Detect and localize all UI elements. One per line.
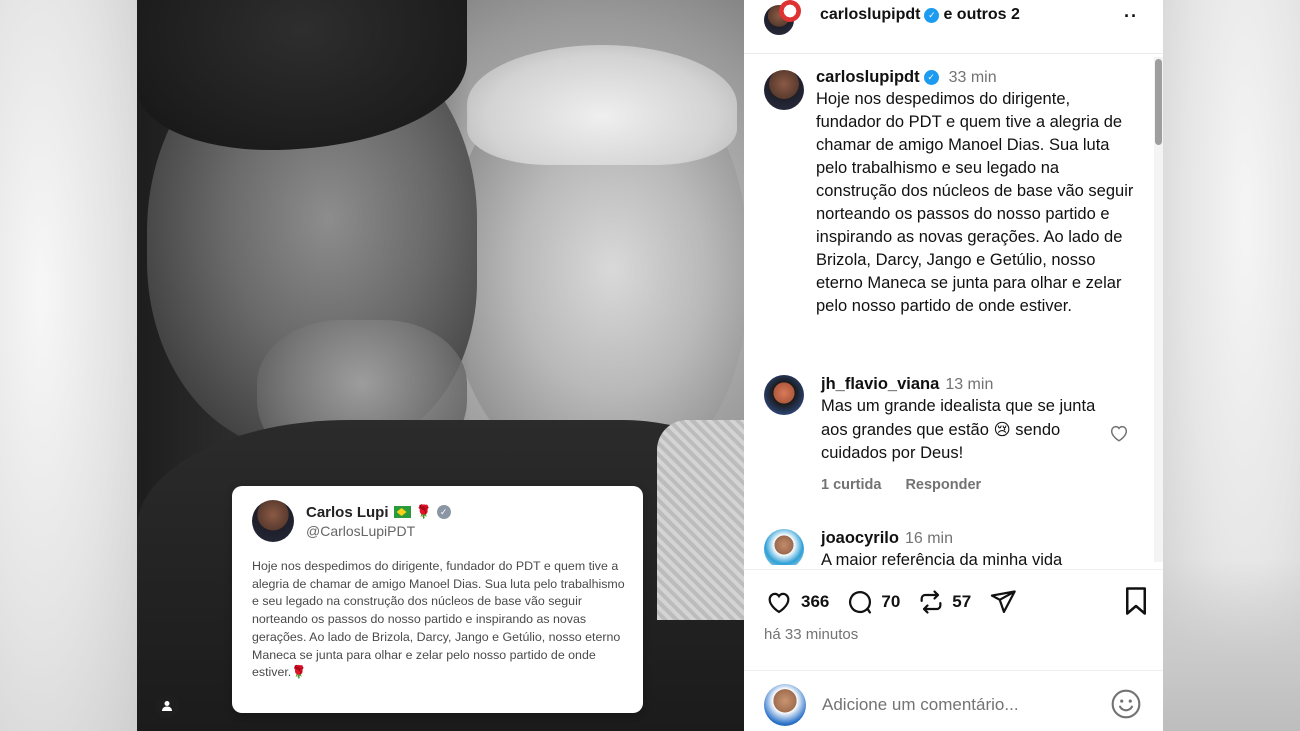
tweet-text: Hoje nos despedimos do dirigente, fundad…	[252, 559, 625, 680]
current-user-avatar	[764, 684, 806, 726]
comment-input[interactable]	[822, 693, 1102, 717]
divider	[744, 569, 1163, 570]
collab-avatar-badge[interactable]	[779, 0, 801, 22]
author-username[interactable]: carloslupipdt	[820, 6, 920, 24]
photo-sleeve	[657, 420, 744, 620]
post-photo[interactable]: Carlos Lupi 🌹 ✓ @CarlosLupiPDT Hoje nos …	[137, 0, 744, 731]
post-detail-panel: carloslupipdt ✓ e outros 2 ·· carloslupi…	[744, 0, 1163, 731]
likes-count[interactable]: 366	[801, 592, 829, 612]
brazil-flag-icon	[393, 506, 411, 518]
comment-item: joaocyrilo 16 min A maior referência da m…	[764, 529, 1144, 565]
scrollbar-thumb[interactable]	[1155, 59, 1162, 145]
bookmark-icon[interactable]	[1123, 586, 1149, 616]
repost-icon[interactable]	[917, 588, 945, 616]
tweet-card: Carlos Lupi 🌹 ✓ @CarlosLupiPDT Hoje nos …	[232, 486, 643, 713]
comment-text: Mas um grande idealista que se junta aos…	[821, 397, 1096, 462]
comment-icon[interactable]	[846, 588, 874, 616]
collaborators-link[interactable]: e outros 2	[943, 6, 1019, 24]
background-right	[1163, 0, 1300, 731]
emoji-icon[interactable]	[1110, 688, 1142, 720]
background-left	[0, 0, 137, 731]
comment-time: 13 min	[945, 376, 994, 393]
caption-avatar[interactable]	[764, 70, 804, 110]
repost-action[interactable]: 57	[917, 588, 971, 616]
comment-action[interactable]: 70	[846, 588, 900, 616]
reposts-count[interactable]: 57	[952, 592, 971, 612]
post-actions: 366 70 57	[764, 585, 1035, 619]
share-icon[interactable]	[988, 588, 1018, 616]
user-tag-icon[interactable]	[155, 694, 179, 718]
caption-time: 33 min	[948, 68, 997, 86]
comment-heart-icon[interactable]	[1108, 422, 1130, 444]
caption-text: Hoje nos despedimos do dirigente, fundad…	[816, 90, 1134, 315]
tweet-avatar	[252, 500, 294, 542]
comment-composer	[744, 670, 1163, 731]
verified-icon: ✓	[923, 70, 939, 85]
post-timestamp[interactable]: há 33 minutos	[764, 626, 858, 643]
comment-time: 16 min	[904, 530, 953, 547]
scrollbar[interactable]	[1154, 57, 1163, 562]
verified-gray-icon: ✓	[436, 505, 451, 519]
tweet-handle: @CarlosLupiPDT	[306, 522, 416, 539]
comment-text: A maior referência da minha vida	[821, 551, 1063, 565]
post-author[interactable]: carloslupipdt ✓ e outros 2	[820, 6, 1020, 24]
commenter-username[interactable]: joaocyrilo	[821, 529, 899, 547]
post-header: carloslupipdt ✓ e outros 2 ··	[744, 0, 1163, 54]
heart-icon[interactable]	[764, 588, 794, 616]
share-action[interactable]	[988, 588, 1018, 616]
like-action[interactable]: 366	[764, 588, 829, 616]
tweet-header: Carlos Lupi 🌹 ✓ @CarlosLupiPDT	[252, 500, 625, 542]
commenter-username[interactable]: jh_flavio_viana	[821, 375, 939, 393]
more-icon[interactable]: ··	[1124, 6, 1138, 27]
caption-username[interactable]: carloslupipdt	[816, 68, 920, 87]
comment-likes-link[interactable]: 1 curtida	[821, 477, 881, 493]
verified-icon: ✓	[924, 7, 940, 23]
comments-count[interactable]: 70	[881, 592, 900, 612]
rose-icon: 🌹	[415, 504, 432, 519]
commenter-avatar[interactable]	[764, 375, 804, 415]
commenter-avatar[interactable]	[764, 529, 804, 565]
tweet-name: Carlos Lupi	[306, 503, 389, 521]
reply-button[interactable]: Responder	[905, 477, 981, 493]
